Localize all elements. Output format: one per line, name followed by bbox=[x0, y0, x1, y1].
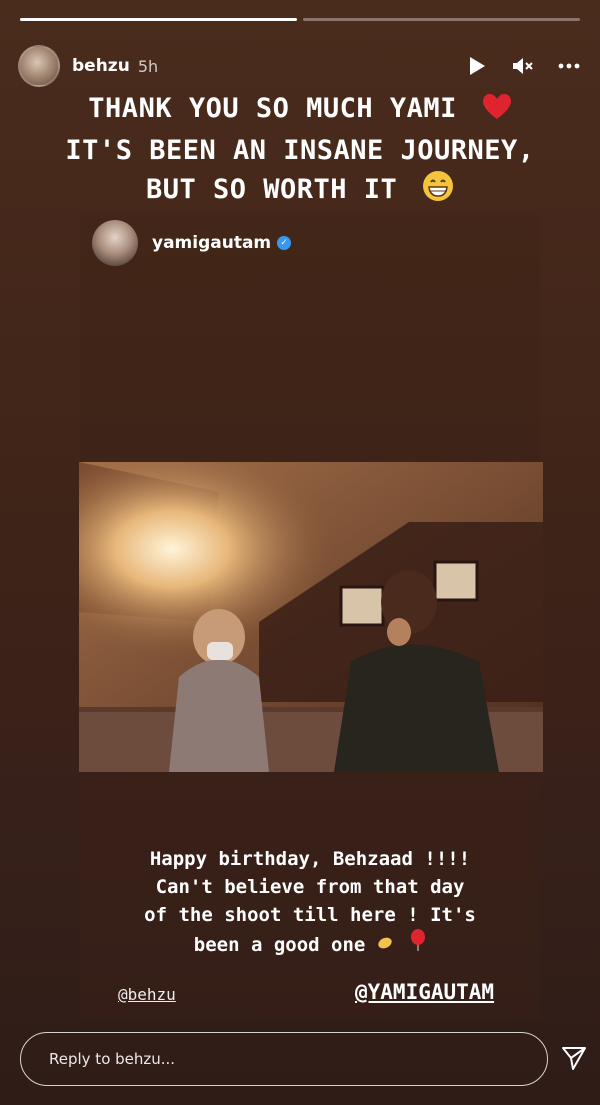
caption-line-2: Can't believe from that day bbox=[155, 876, 465, 898]
story-header: behzu 5h bbox=[18, 45, 582, 87]
caption-line-4: been a good one bbox=[193, 934, 366, 956]
story-controls bbox=[464, 53, 582, 79]
story-headline: THANK YOU SO MUCH YAMI IT'S BEEN AN INSA… bbox=[30, 90, 570, 213]
username[interactable]: behzu bbox=[72, 56, 130, 76]
mention-yamigautam[interactable]: @YAMIGAUTAM bbox=[355, 980, 494, 1004]
headline-line-3: BUT SO WORTH IT bbox=[145, 174, 398, 205]
shared-post-username[interactable]: yamigautam bbox=[152, 233, 271, 253]
avatar[interactable] bbox=[18, 45, 60, 87]
clap-emoji-icon bbox=[377, 934, 410, 956]
reply-field[interactable] bbox=[20, 1032, 548, 1086]
caption-line-1: Happy birthday, Behzaad !!!! bbox=[149, 848, 471, 870]
reply-input[interactable] bbox=[47, 1049, 547, 1069]
shared-post-avatar[interactable] bbox=[92, 220, 138, 266]
balloon-emoji-icon bbox=[410, 929, 426, 956]
post-time: 5h bbox=[137, 56, 159, 76]
headline-line-2: IT'S BEEN AN INSANE JOURNEY, bbox=[65, 135, 535, 166]
more-icon[interactable] bbox=[556, 53, 582, 79]
verified-badge-icon: ✓ bbox=[277, 236, 292, 250]
shared-post-header[interactable]: yamigautam ✓ bbox=[92, 220, 292, 266]
post-photo[interactable] bbox=[79, 462, 543, 772]
caption-line-3: of the shoot till here ! It's bbox=[144, 904, 476, 926]
headline-line-1: THANK YOU SO MUCH YAMI bbox=[88, 93, 457, 124]
story-progress-bar bbox=[20, 18, 580, 22]
post-caption: Happy birthday, Behzaad !!!! Can't belie… bbox=[100, 845, 520, 959]
send-icon[interactable] bbox=[560, 1044, 588, 1072]
mention-behzu[interactable]: @behzu bbox=[118, 985, 176, 1004]
progress-segment bbox=[303, 18, 580, 21]
progress-segment bbox=[20, 18, 297, 21]
grinning-emoji-icon bbox=[422, 170, 454, 213]
mute-icon[interactable] bbox=[510, 53, 536, 79]
play-icon[interactable] bbox=[464, 53, 490, 79]
heart-emoji-icon bbox=[482, 93, 512, 132]
